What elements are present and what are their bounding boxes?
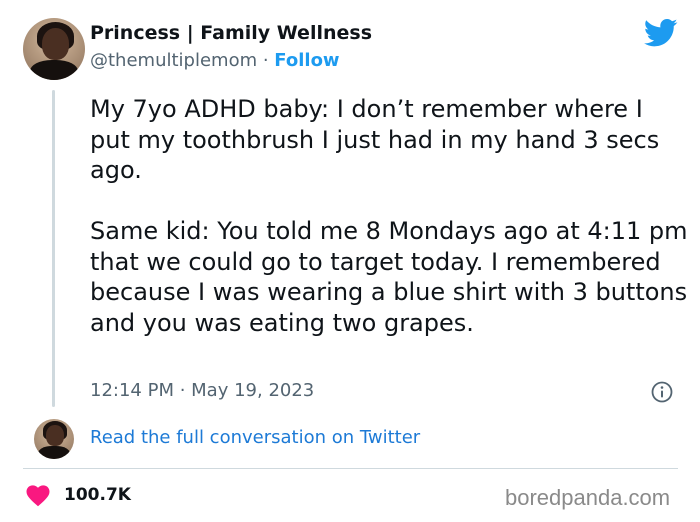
twitter-bird-icon[interactable] <box>644 18 678 48</box>
tweet-date[interactable]: May 19, 2023 <box>191 380 314 401</box>
author-name[interactable]: Princess | Family Wellness <box>90 22 372 44</box>
timestamp-separator: · <box>173 380 192 401</box>
watermark: boredpanda.com <box>505 485 671 510</box>
handle-separator: · <box>257 50 275 71</box>
heart-icon[interactable] <box>26 485 50 507</box>
thread-line <box>52 90 55 407</box>
author-handle[interactable]: @themultiplemom <box>90 50 257 71</box>
tweet-timestamp[interactable]: 12:14 PM · May 19, 2023 <box>90 380 314 401</box>
like-count: 100.7K <box>64 485 131 505</box>
author-avatar[interactable] <box>23 18 85 80</box>
divider <box>23 468 678 469</box>
read-conversation-link[interactable]: Read the full conversation on Twitter <box>90 427 420 448</box>
follow-button[interactable]: Follow <box>274 50 339 71</box>
tweet-time[interactable]: 12:14 PM <box>90 380 174 401</box>
conversation-avatar[interactable] <box>34 419 74 459</box>
info-icon[interactable] <box>651 381 673 403</box>
author-handle-row: @themultiplemom · Follow <box>90 50 340 71</box>
tweet-text: My 7yo ADHD baby: I don’t remember where… <box>90 95 688 337</box>
